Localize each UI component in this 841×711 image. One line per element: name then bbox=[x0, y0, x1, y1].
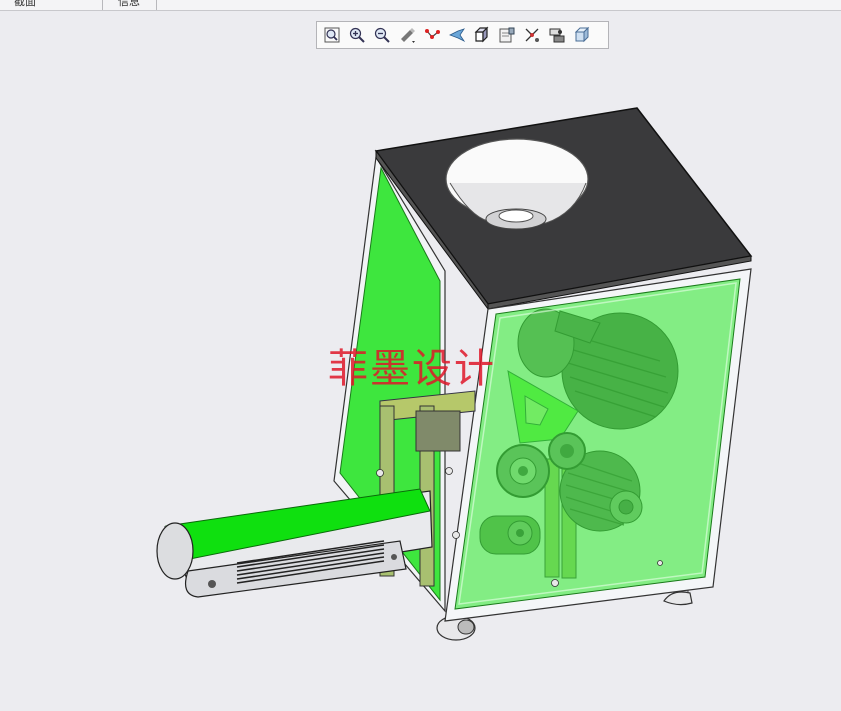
tab-divider bbox=[102, 0, 103, 10]
tab-bar: 截面 信息 bbox=[0, 0, 841, 11]
tab-divider bbox=[156, 0, 157, 10]
conveyor-belt bbox=[156, 488, 433, 598]
watermark-text: 菲墨设计 bbox=[328, 346, 496, 392]
tab-info[interactable]: 信息 bbox=[118, 0, 140, 10]
tab-section[interactable]: 截面 bbox=[14, 0, 36, 10]
